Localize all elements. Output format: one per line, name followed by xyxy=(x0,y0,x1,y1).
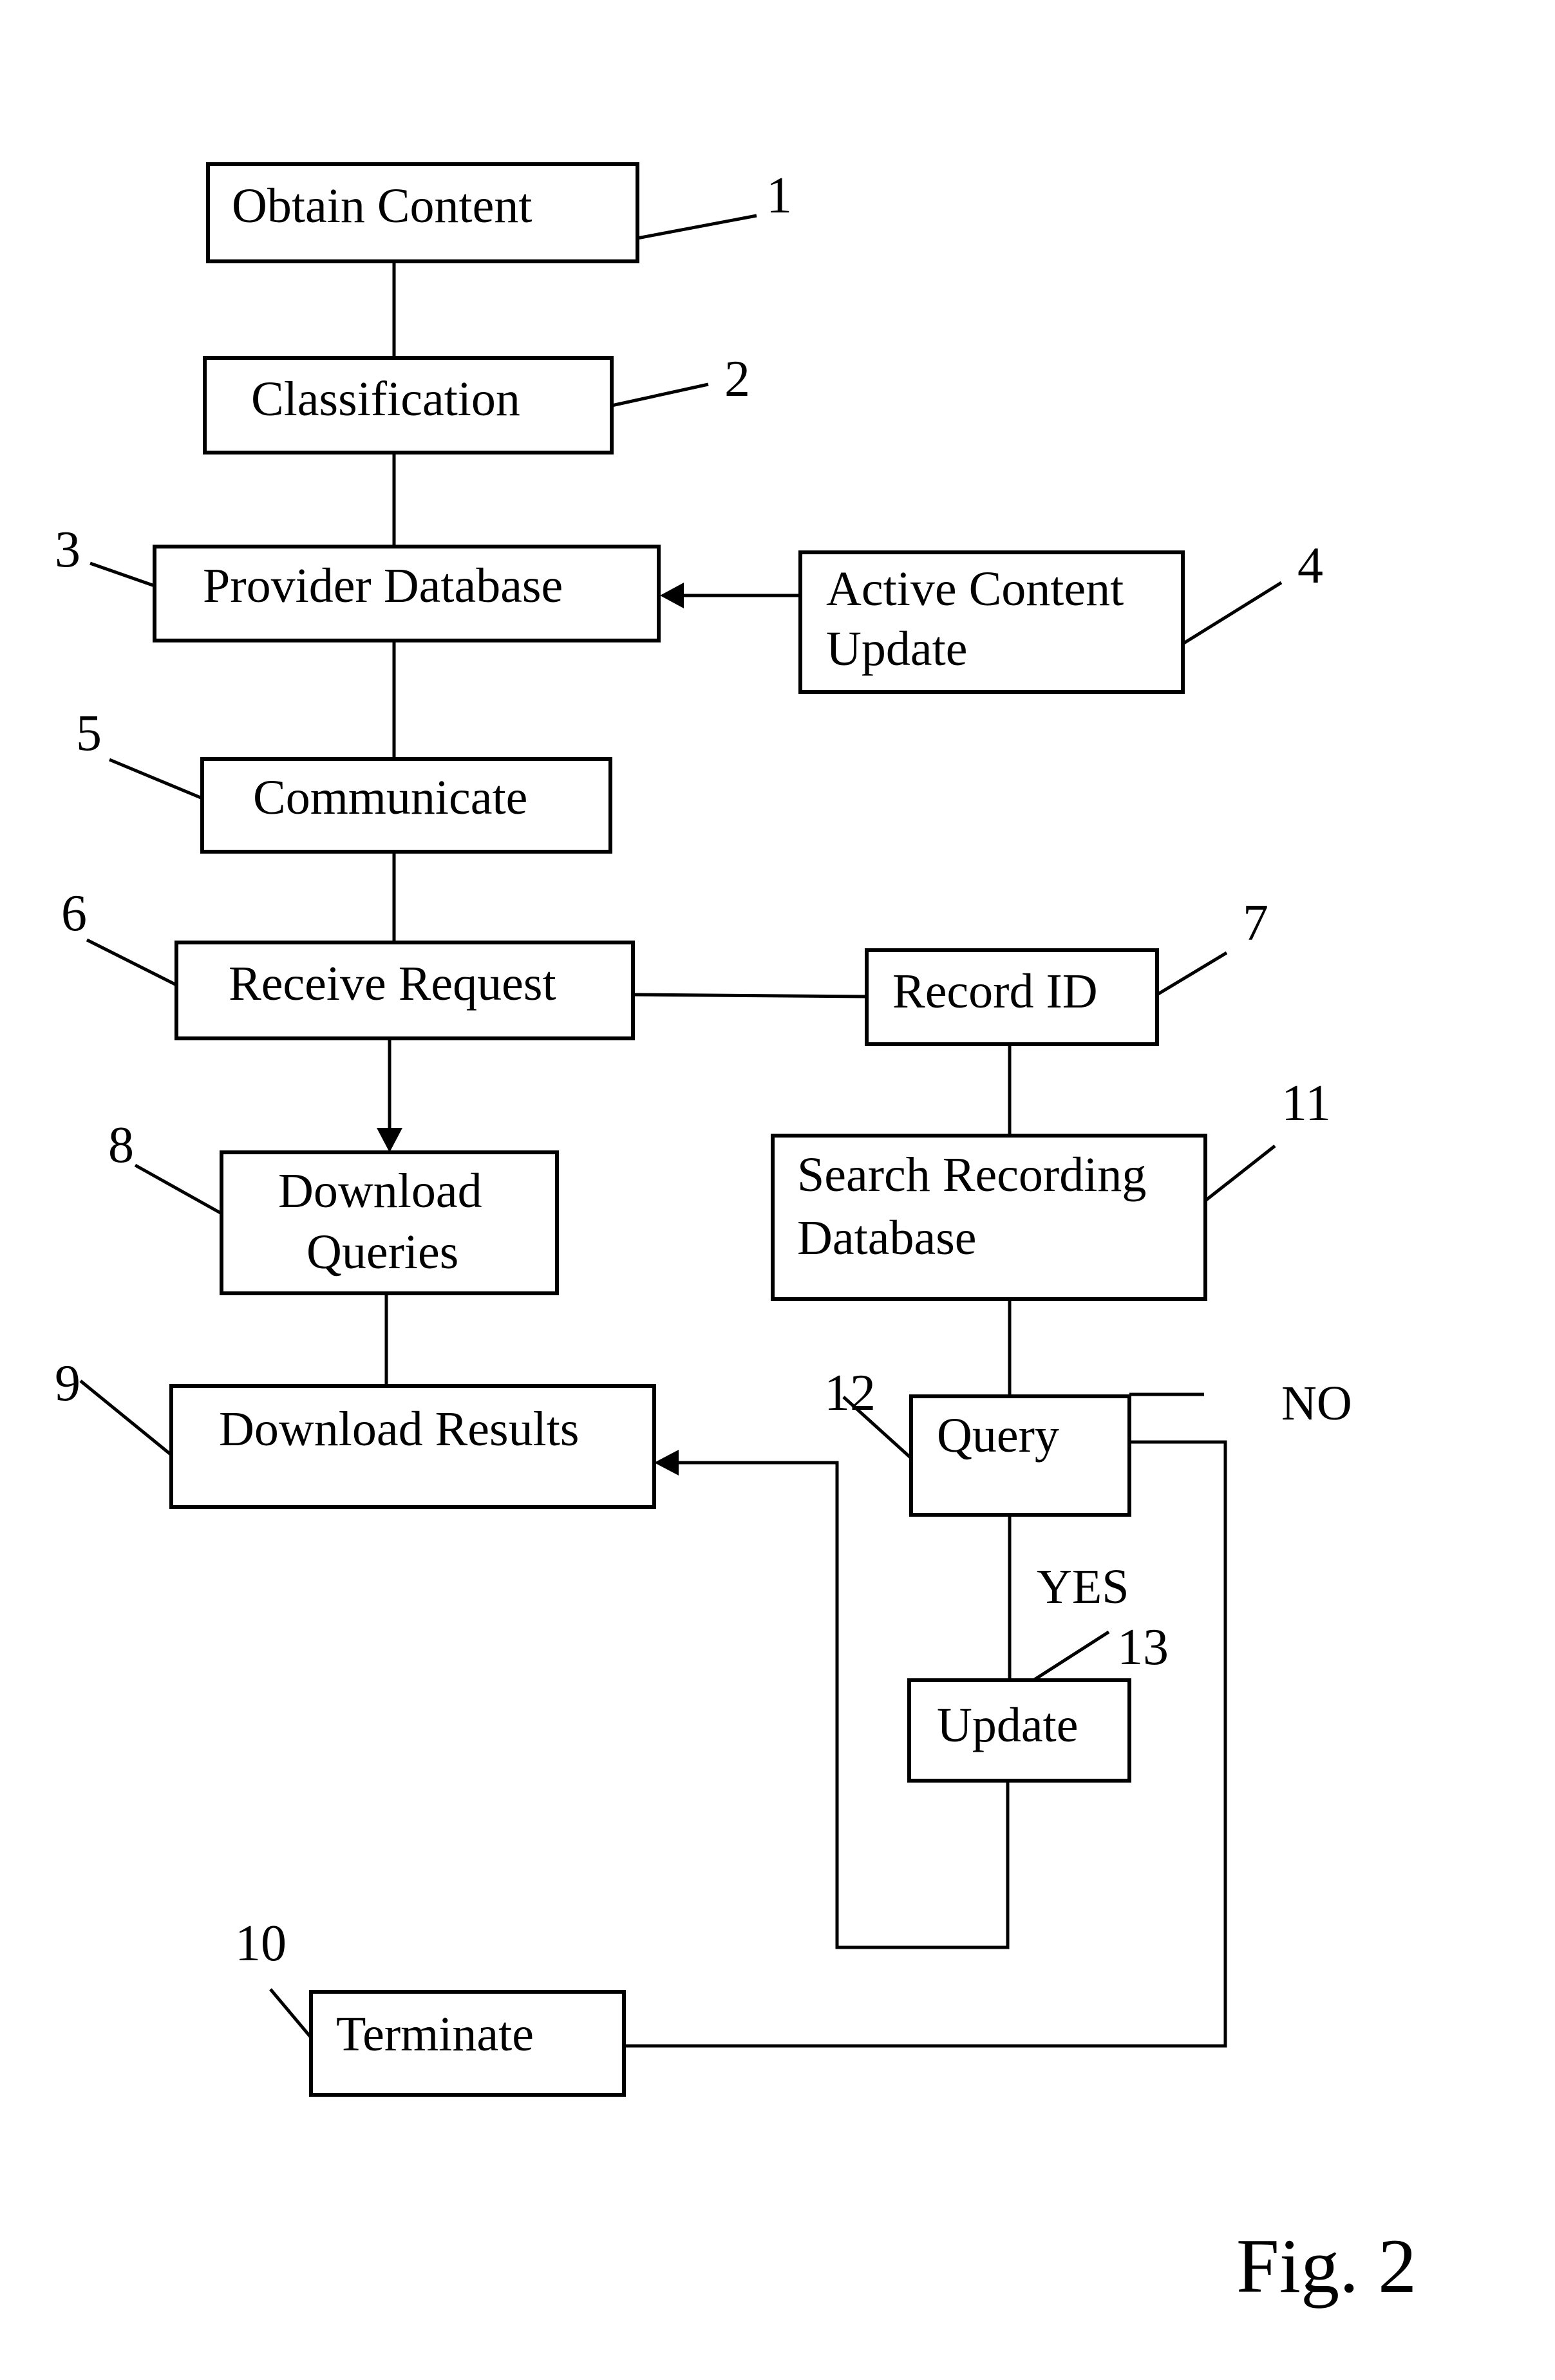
node-receive-request: Receive Request xyxy=(174,941,635,1040)
ref-number-13: 13 xyxy=(1117,1619,1169,1676)
node-label-line1: Search Recording xyxy=(797,1148,1146,1202)
ref-number-10: 10 xyxy=(235,1915,287,1972)
node-label: Query xyxy=(937,1409,1059,1463)
arrowhead-download-queries xyxy=(377,1128,402,1152)
ref-number-8: 8 xyxy=(108,1117,134,1174)
node-terminate: Terminate xyxy=(309,1990,626,2097)
node-label-line2: Update xyxy=(826,622,967,676)
node-label: Communicate xyxy=(253,771,527,825)
leader-11 xyxy=(1204,1145,1276,1202)
node-provider-database: Provider Database xyxy=(153,545,661,642)
branch-label-yes: YES xyxy=(1037,1560,1129,1614)
ref-number-7: 7 xyxy=(1243,895,1268,951)
node-classification: Classification xyxy=(203,356,614,454)
arrowhead-provider-database xyxy=(660,583,684,608)
leader-1 xyxy=(637,214,757,240)
ref-number-12: 12 xyxy=(824,1365,876,1421)
node-label: Terminate xyxy=(336,2007,534,2061)
flowchart-svg: Obtain Content Classification Provider D… xyxy=(55,162,1417,2309)
node-active-content-update: Active Content Update xyxy=(798,550,1185,694)
node-label: Obtain Content xyxy=(232,179,532,233)
ref-number-9: 9 xyxy=(55,1355,80,1412)
flowchart-figure: Obtain Content Classification Provider D… xyxy=(0,0,1555,2380)
leader-8 xyxy=(134,1163,223,1215)
leader-13 xyxy=(1032,1630,1110,1682)
node-label-line2: Queries xyxy=(306,1225,458,1279)
ref-number-4: 4 xyxy=(1297,538,1323,594)
leader-3 xyxy=(90,561,155,588)
node-communicate: Communicate xyxy=(200,757,612,854)
node-label: Classification xyxy=(251,372,520,426)
node-record-id: Record ID xyxy=(865,948,1159,1046)
leader-2 xyxy=(611,382,709,408)
node-label: Download Results xyxy=(219,1402,579,1456)
node-label-line1: Active Content xyxy=(826,562,1124,616)
leader-7 xyxy=(1156,951,1228,997)
leader-6 xyxy=(86,938,178,987)
leader-4 xyxy=(1182,581,1283,646)
node-label: Record ID xyxy=(892,964,1098,1018)
node-label: Provider Database xyxy=(203,559,563,613)
node-label-line1: Download xyxy=(278,1164,482,1218)
node-label: Update xyxy=(937,1698,1078,1752)
node-label: Receive Request xyxy=(229,957,556,1011)
ref-number-11: 11 xyxy=(1281,1075,1331,1132)
node-download-queries: Download Queries xyxy=(220,1150,559,1295)
leader-9 xyxy=(79,1380,173,1456)
figure-label: Fig. 2 xyxy=(1236,2223,1417,2309)
ref-number-6: 6 xyxy=(61,885,87,942)
ref-number-1: 1 xyxy=(766,167,792,224)
leader-5 xyxy=(109,758,203,800)
ref-number-2: 2 xyxy=(724,351,750,408)
edge-receive-to-record-id xyxy=(632,993,867,998)
arrowhead-download-results xyxy=(654,1450,679,1476)
leader-10 xyxy=(269,1988,312,2039)
ref-number-3: 3 xyxy=(55,521,80,578)
ref-number-5: 5 xyxy=(76,705,102,762)
node-update: Update xyxy=(907,1678,1131,1783)
node-label-line2: Database xyxy=(797,1211,977,1265)
node-query: Query xyxy=(909,1394,1131,1517)
node-search-recording-database: Search Recording Database xyxy=(771,1134,1207,1301)
node-download-results: Download Results xyxy=(169,1384,656,1509)
node-obtain-content: Obtain Content xyxy=(206,162,639,263)
branch-label-no: NO xyxy=(1281,1376,1352,1430)
